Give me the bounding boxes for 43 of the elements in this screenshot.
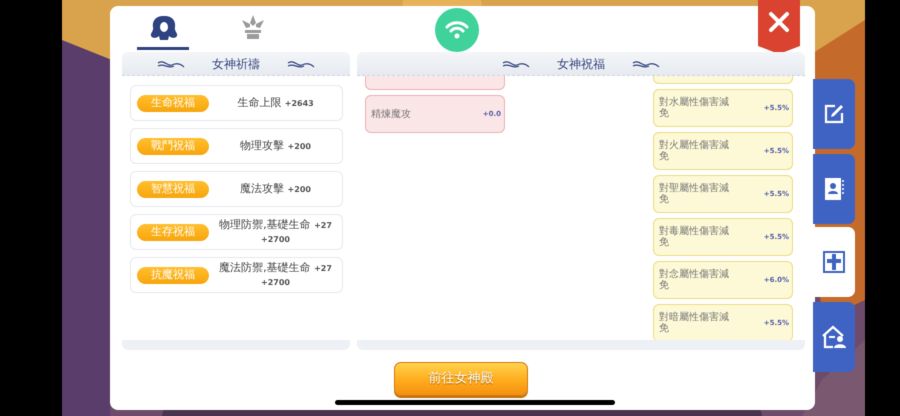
stat-value: +200 [288,142,311,152]
stat-value: +27 [314,221,332,230]
edit-icon [823,103,845,125]
swirl-icon [631,58,661,68]
close-button[interactable] [758,0,800,54]
stat-value: +2700 [261,278,290,287]
stat-value: +2643 [284,99,314,108]
stat-value: +200 [288,185,311,194]
stat-name: 生命上限 [237,96,282,110]
house-person-icon [821,325,847,349]
side-tab[interactable] [813,227,855,297]
section-title: 女神祈禱 [212,56,260,72]
address-book-icon [823,177,845,201]
stat-name: 對火屬性傷害減免 [659,140,730,162]
stat-name: 精煉魔攻 [371,108,412,120]
stat-name: 魔法攻擊 [240,182,284,196]
swirl-icon [286,58,316,68]
stat-name: 物理攻擊 [240,139,284,152]
stat-name: 物理防禦,基礎生命 [219,218,311,232]
blessing-tag: 戰鬥祝福 [137,138,209,154]
goddess-icon [148,14,178,42]
section-title: 女神祝福 [557,56,605,72]
stat-name: 魔法防禦,基礎生命 [219,261,311,274]
swirl-icon [501,58,531,68]
stat-value: +2700 [261,235,290,244]
go-to-temple-button[interactable]: 前往女神殿 [394,362,528,396]
side-tab[interactable] [813,79,855,149]
stat-name: 對暗屬性傷害減免 [659,312,730,334]
cross-icon [823,251,845,273]
stat-name: 對念屬性傷害減免 [659,269,730,291]
stat-name: 對水屬性傷害減免 [659,97,730,119]
blessing-tag: 抗魔祝福 [137,266,209,284]
blessing-tag: 生存祝福 [137,224,209,240]
side-tab[interactable] [813,302,855,372]
stat-name: 對聖屬性傷害減免 [659,183,730,205]
swirl-icon [156,58,186,68]
emblem-icon [240,14,266,40]
side-tab[interactable] [813,154,855,224]
stat-value: +27 [314,264,332,274]
blessing-tag: 生命祝福 [137,94,209,112]
tab-button[interactable] [137,14,189,50]
stat-name: 對毒屬性傷害減免 [659,226,730,248]
blessing-tag: 智慧祝福 [137,180,209,198]
